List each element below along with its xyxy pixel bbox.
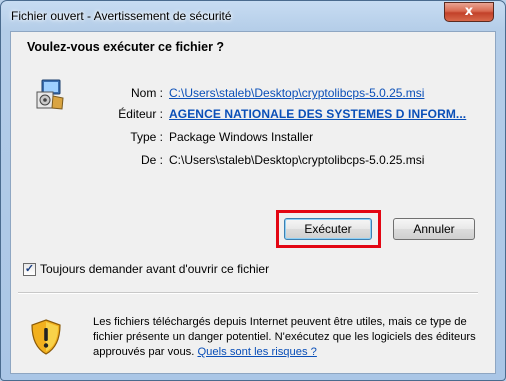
cancel-button[interactable]: Annuler (393, 218, 475, 240)
always-ask-label[interactable]: Toujours demander avant d'ouvrir ce fich… (40, 262, 269, 276)
name-label: Nom : (130, 86, 163, 100)
from-value: C:\Users\staleb\Desktop\cryptolibcps-5.0… (169, 153, 425, 167)
shield-icon (31, 319, 61, 355)
dialog-question: Voulez-vous exécuter ce fichier ? (27, 40, 225, 54)
risks-link[interactable]: Quels sont les risques ? (197, 346, 316, 358)
close-button[interactable]: x (444, 2, 494, 22)
name-link[interactable]: C:\Users\staleb\Desktop\cryptolibcps-5.0… (169, 86, 424, 100)
type-value: Package Windows Installer (169, 130, 314, 144)
warning-message: Les fichiers téléchargés depuis Internet… (93, 315, 483, 360)
run-button[interactable]: Exécuter (284, 218, 372, 240)
title-bar[interactable]: Fichier ouvert - Avertissement de sécuri… (1, 1, 505, 31)
from-label: De : (140, 153, 163, 167)
window-title: Fichier ouvert - Avertissement de sécuri… (11, 9, 232, 23)
publisher-label: Éditeur : (118, 107, 163, 121)
separator (18, 292, 478, 294)
publisher-link[interactable]: AGENCE NATIONALE DES SYSTEMES D INFORM..… (169, 107, 466, 121)
close-icon: x (464, 4, 474, 19)
type-label: Type : (130, 130, 163, 144)
always-ask-checkbox[interactable]: ✓ (23, 263, 36, 276)
